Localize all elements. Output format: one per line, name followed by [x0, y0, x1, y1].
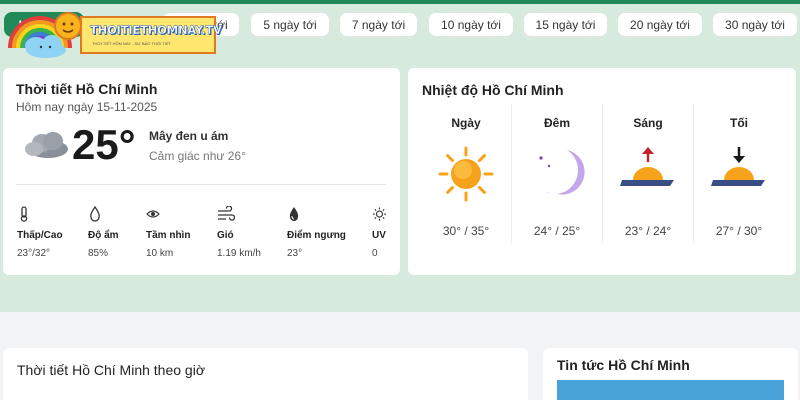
period-value: 27° / 30°: [715, 224, 763, 238]
current-date: Hôm nay ngày 15-11-2025: [16, 100, 158, 114]
current-temperature: 25°: [72, 121, 136, 168]
metric-value: 1.19 km/h: [217, 248, 261, 259]
metric-visibility: Tầm nhìn 10 km: [146, 206, 190, 259]
metric-label: Điểm ngưng: [287, 230, 346, 241]
metric-uv: UV 0: [372, 206, 387, 259]
sunset-icon: [711, 147, 765, 186]
metric-label: Gió: [217, 230, 234, 241]
top-accent-bar: [0, 0, 800, 4]
sunrise-icon: [620, 147, 674, 186]
logo-text: THOITIETHOMNAY.TV: [90, 23, 222, 37]
tab-5-days-label: 5 ngày tới: [263, 17, 317, 32]
thermometer-icon: [20, 206, 28, 222]
period-label: Tối: [730, 116, 748, 130]
period-night: Đêm 24° / 25°: [512, 104, 602, 244]
eye-icon: [146, 210, 160, 218]
metric-dew-point: Điểm ngưng 23°: [287, 206, 346, 259]
metric-low-high: Thấp/Cao 23°/32°: [17, 206, 63, 259]
period-morning: Sáng 23° / 24°: [603, 104, 693, 244]
logo-tagline: THỜI TIẾT HÔM NAY - DỰ BÁO THỜI TIẾT: [92, 41, 171, 46]
hourly-weather-title: Thời tiết Hồ Chí Minh theo giờ: [17, 362, 205, 378]
period-label: Sáng: [633, 116, 663, 130]
period-day: Ngày 30° / 35°: [421, 104, 511, 244]
period-value: 24° / 25°: [533, 224, 581, 238]
card-divider: [16, 184, 386, 185]
period-evening: Tối 27° / 30°: [694, 104, 784, 244]
metric-value: 0: [372, 248, 378, 259]
tab-5-days[interactable]: 5 ngày tới: [250, 12, 330, 37]
current-condition: Mây đen u ám: [149, 129, 229, 143]
period-value: 23° / 24°: [624, 224, 672, 238]
tab-30-days[interactable]: 30 ngày tới: [712, 12, 798, 37]
moon-icon: [537, 150, 585, 195]
metric-humidity: Độ ẩm 85%: [88, 206, 119, 259]
tab-10-days[interactable]: 10 ngày tới: [428, 12, 514, 37]
sun-outline-icon: [372, 207, 387, 221]
tab-7-days-label: 7 ngày tới: [351, 17, 406, 32]
wind-icon: [218, 206, 235, 221]
period-value: 30° / 35°: [442, 224, 490, 238]
tab-15-days-label: 15 ngày tới: [535, 17, 596, 32]
news-title: Tin tức Hồ Chí Minh: [557, 357, 690, 373]
metric-label: Tầm nhìn: [146, 230, 191, 241]
period-label: Đêm: [543, 116, 570, 130]
metric-value: 85%: [88, 248, 109, 259]
site-logo[interactable]: THOITIETHOMNAY.TV THỜI TIẾT HÔM NAY - DỰ…: [6, 8, 222, 58]
tab-20-days[interactable]: 20 ngày tới: [617, 12, 703, 37]
tab-10-days-label: 10 ngày tới: [441, 17, 501, 32]
tab-20-days-label: 20 ngày tới: [630, 17, 690, 32]
period-label: Ngày: [451, 116, 481, 130]
metric-label: UV: [372, 230, 386, 241]
metric-value: 23°: [287, 248, 303, 259]
current-weather-title: Thời tiết Hồ Chí Minh: [16, 81, 158, 97]
metric-label: Độ ẩm: [88, 230, 119, 241]
dewpoint-icon: [289, 207, 299, 221]
tab-30-days-label: 30 ngày tới: [725, 17, 785, 32]
feels-like: Cảm giác như 26°: [149, 149, 246, 163]
sun-icon: [438, 146, 494, 202]
cloud-icon: [25, 132, 68, 158]
tab-15-days[interactable]: 15 ngày tới: [523, 12, 608, 37]
metric-wind: Gió 1.19 km/h: [217, 206, 261, 259]
metric-value: 10 km: [146, 248, 174, 259]
tab-7-days[interactable]: 7 ngày tới: [339, 12, 418, 37]
droplet-icon: [90, 206, 100, 222]
temperature-card-title: Nhiệt độ Hồ Chí Minh: [422, 82, 564, 98]
metric-label: Thấp/Cao: [17, 230, 63, 241]
news-thumbnail-image[interactable]: [557, 380, 784, 400]
metric-value: 23°/32°: [17, 248, 51, 259]
